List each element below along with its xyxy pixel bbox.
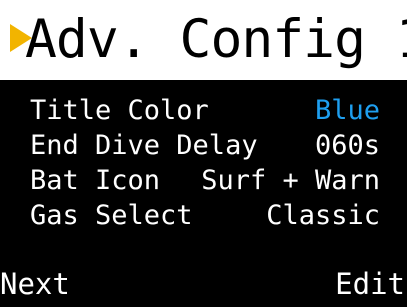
setting-row-gas-select[interactable]: Gas Select Classic bbox=[30, 199, 380, 234]
edit-softkey[interactable]: Edit bbox=[335, 267, 405, 301]
setting-row-bat-icon[interactable]: Bat Icon Surf + Warn bbox=[30, 164, 380, 199]
setting-row-end-dive-delay[interactable]: End Dive Delay 060s bbox=[30, 129, 380, 164]
setting-value: Surf + Warn bbox=[201, 165, 380, 196]
dive-computer-screen: Adv. Config 1 Title Color Blue End Dive … bbox=[0, 0, 407, 307]
setting-value: Blue bbox=[314, 95, 380, 126]
setting-label: End Dive Delay bbox=[30, 130, 258, 161]
title-bar: Adv. Config 1 bbox=[0, 0, 407, 80]
next-softkey[interactable]: Next bbox=[0, 267, 70, 301]
setting-value: 060s bbox=[314, 130, 380, 161]
setting-label: Gas Select bbox=[30, 200, 193, 231]
setting-row-title-color[interactable]: Title Color Blue bbox=[30, 94, 380, 129]
settings-list: Title Color Blue End Dive Delay 060s Bat… bbox=[30, 94, 380, 234]
setting-label: Bat Icon bbox=[30, 165, 161, 196]
page-title: Adv. Config 1 bbox=[25, 9, 407, 70]
setting-value: Classic bbox=[266, 200, 380, 231]
setting-label: Title Color bbox=[30, 95, 209, 126]
